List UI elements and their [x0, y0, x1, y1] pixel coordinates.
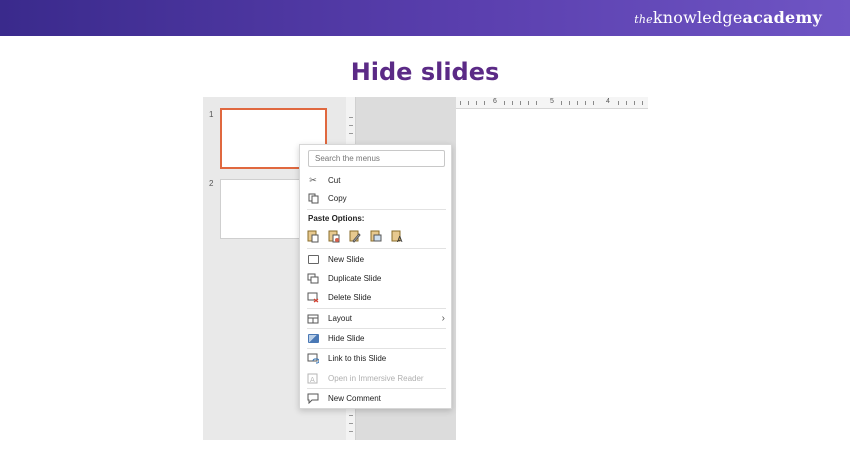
menu-item-cut-label: Cut	[328, 176, 341, 185]
delete-slide-icon	[307, 292, 319, 304]
brand-knowledge: knowledge	[652, 8, 743, 27]
ruler-tick	[626, 101, 627, 105]
ruler-label-5: 5	[550, 98, 554, 105]
layout-icon	[307, 313, 319, 325]
ruler-tick	[520, 101, 521, 105]
powerpoint-screenshot: 1 2 6 5 4 Search the menus ✂ Cut Copy Pa…	[203, 97, 648, 440]
new-slide-icon	[307, 254, 319, 266]
paste-options-row: A	[306, 229, 411, 244]
menu-item-duplicate-slide[interactable]: Duplicate Slide	[300, 270, 453, 287]
menu-item-new-slide[interactable]: New Slide	[300, 251, 453, 268]
slide-number-2: 2	[209, 179, 214, 188]
menu-separator	[307, 328, 446, 329]
ruler-tick	[634, 101, 635, 105]
menu-separator	[307, 209, 446, 210]
ruler-tick	[349, 423, 353, 424]
menu-separator	[307, 308, 446, 309]
menu-item-delete-slide-label: Delete Slide	[328, 293, 372, 302]
ruler-tick	[593, 101, 594, 105]
ruler-tick	[468, 101, 469, 105]
hide-slide-icon	[307, 333, 319, 345]
immersive-reader-icon: A	[307, 373, 319, 385]
menu-item-copy[interactable]: Copy	[300, 190, 453, 207]
menu-item-duplicate-slide-label: Duplicate Slide	[328, 274, 382, 283]
brand-the: the	[634, 13, 653, 26]
menu-item-new-slide-label: New Slide	[328, 255, 365, 264]
context-menu: ✂ Cut Copy Paste Options: A	[299, 144, 452, 409]
menu-separator	[307, 348, 446, 349]
menu-separator	[307, 248, 446, 249]
ruler-label-6: 6	[493, 98, 497, 105]
paste-embed-icon[interactable]	[348, 229, 362, 243]
slide-editing-canvas[interactable]	[456, 109, 648, 440]
paste-destination-theme-icon[interactable]	[327, 229, 341, 243]
paste-options-label: Paste Options:	[308, 214, 365, 223]
menu-item-delete-slide[interactable]: Delete Slide	[300, 289, 453, 306]
copy-icon	[307, 193, 319, 205]
svg-text:A: A	[397, 235, 403, 243]
brand-academy: academy	[742, 8, 822, 27]
ruler-tick	[536, 101, 537, 105]
menu-item-hide-slide[interactable]: Hide Slide	[300, 330, 453, 347]
ruler-tick	[349, 133, 353, 134]
menu-item-link-slide[interactable]: Link to this Slide	[300, 350, 453, 367]
menu-separator	[307, 388, 446, 389]
header-banner: theknowledgeacademy	[0, 0, 850, 36]
menu-item-immersive-reader: A Open in Immersive Reader	[300, 370, 453, 387]
menu-item-link-slide-label: Link to this Slide	[328, 354, 387, 363]
page-title: Hide slides	[350, 58, 500, 86]
paste-picture-icon[interactable]	[369, 229, 383, 243]
ruler-tick	[460, 101, 461, 105]
horizontal-ruler: 6 5 4	[456, 97, 648, 109]
comment-icon	[307, 393, 319, 405]
ruler-tick	[349, 431, 353, 432]
ruler-tick	[577, 101, 578, 105]
ruler-tick	[585, 101, 586, 105]
paste-keep-text-icon[interactable]: A	[390, 229, 404, 244]
duplicate-slide-icon	[307, 273, 319, 285]
menu-item-new-comment[interactable]: New Comment	[300, 390, 453, 407]
brand-logo: theknowledgeacademy	[634, 8, 822, 27]
ruler-tick	[642, 101, 643, 105]
ruler-tick	[349, 125, 353, 126]
menu-item-layout-label: Layout	[328, 314, 353, 323]
ruler-tick	[561, 101, 562, 105]
ruler-tick	[484, 101, 485, 105]
ruler-tick	[504, 101, 505, 105]
menu-item-new-comment-label: New Comment	[328, 394, 381, 403]
search-menus-input[interactable]	[308, 150, 445, 167]
scissors-icon: ✂	[309, 175, 317, 185]
ruler-tick	[512, 101, 513, 105]
ruler-tick	[569, 101, 570, 105]
menu-item-hide-slide-label: Hide Slide	[328, 334, 365, 343]
svg-text:A: A	[310, 376, 315, 384]
menu-item-layout[interactable]: Layout ›	[300, 310, 453, 327]
menu-item-immersive-reader-label: Open in Immersive Reader	[328, 374, 424, 383]
ruler-tick	[476, 101, 477, 105]
ruler-tick	[349, 415, 353, 416]
ruler-label-4: 4	[606, 98, 610, 105]
ruler-tick	[528, 101, 529, 105]
chevron-right-icon: ›	[441, 313, 445, 324]
ruler-tick	[618, 101, 619, 105]
slide-number-1: 1	[209, 110, 214, 119]
link-slide-icon	[307, 353, 319, 365]
menu-item-cut[interactable]: ✂ Cut	[300, 172, 453, 189]
paste-keep-source-icon[interactable]	[306, 229, 320, 243]
menu-item-copy-label: Copy	[328, 194, 347, 203]
ruler-tick	[349, 117, 353, 118]
